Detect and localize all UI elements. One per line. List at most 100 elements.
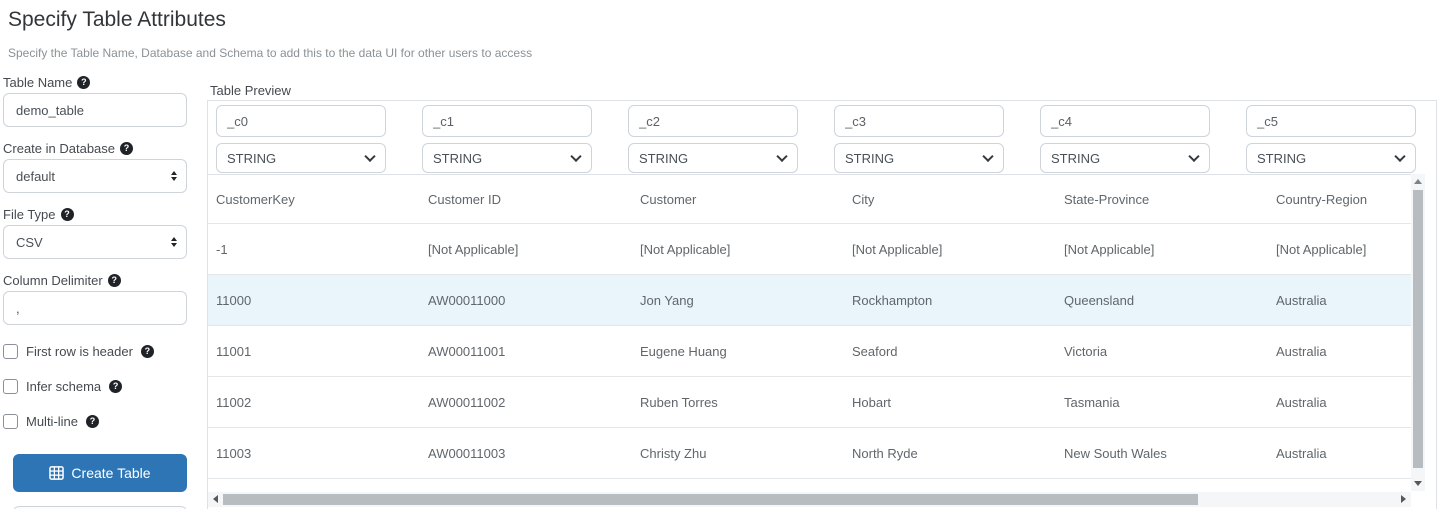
table-cell: Country-Region [1276,191,1368,207]
vertical-scrollbar-thumb[interactable] [1413,190,1423,468]
help-icon[interactable]: ? [86,414,100,428]
table-cell: Customer ID [428,191,501,207]
column-type-select[interactable]: STRING [422,143,592,173]
column-name-input[interactable] [1246,105,1416,137]
column-name-input[interactable] [628,105,798,137]
table-cell: Christy Zhu [640,445,707,461]
file-type-select[interactable]: CSV [3,225,187,259]
table-cell: AW00011001 [428,343,506,359]
infer-schema-option: Infer schema ? [3,378,187,394]
column-type-select[interactable]: STRING [834,143,1004,173]
chevron-down-icon [570,150,582,163]
table-cell: 11000 [216,292,252,308]
help-icon[interactable]: ? [109,379,123,393]
first-row-header-option: First row is header ? [3,343,187,359]
column-delimiter-input[interactable] [3,291,187,325]
help-icon[interactable]: ? [120,141,134,155]
chevron-down-icon [364,150,376,163]
table-cell: New South Wales [1064,445,1167,461]
table-cell: CustomerKey [216,191,295,207]
table-cell: Victoria [1064,343,1108,359]
preview-column-control: STRING [1040,105,1210,173]
table-name-label: Table Name ? [3,74,187,90]
table-cell: [Not Applicable] [640,241,731,257]
column-name-input[interactable] [216,105,386,137]
select-updown-icon [171,171,177,181]
table-row[interactable]: 11000 AW00011000 Jon Yang Rockhampton Queens… [208,275,1411,326]
table-preview-label: Table Preview [210,83,291,98]
scroll-right-icon[interactable] [1401,495,1406,503]
table-row[interactable]: 11003 AW00011003 Christy Zhu North Ryde New … [208,428,1411,479]
scroll-down-icon[interactable] [1414,481,1422,486]
help-icon[interactable]: ? [140,344,154,358]
table-cell: 11001 [216,343,252,359]
column-name-input[interactable] [1040,105,1210,137]
vertical-scrollbar[interactable] [1411,174,1425,491]
table-cell: [Not Applicable] [1064,241,1155,257]
preview-grid: CustomerKey Customer ID Customer City State-… [208,175,1411,479]
table-icon [49,466,65,480]
column-name-input[interactable] [422,105,592,137]
select-updown-icon [171,237,177,247]
table-cell: Tasmania [1064,394,1120,410]
preview-column-control: STRING [834,105,1004,173]
help-icon[interactable]: ? [107,273,121,287]
preview-column-control: STRING [216,105,386,173]
scroll-left-icon[interactable] [213,495,218,503]
column-type-select[interactable]: STRING [628,143,798,173]
help-icon[interactable]: ? [77,75,91,89]
table-cell: Rockhampton [852,292,933,308]
create-table-page: Specify Table Attributes Specify the Tab… [0,0,1438,509]
scroll-up-icon[interactable] [1414,179,1422,184]
table-name-input[interactable] [3,93,187,127]
column-controls-row: STRING STRING STRING STRING STRING [216,105,1416,173]
table-cell: City [852,191,875,207]
horizontal-scrollbar[interactable] [208,492,1411,507]
column-type-select[interactable]: STRING [1246,143,1416,173]
column-delimiter-label: Column Delimiter ? [3,272,187,288]
table-cell: 11002 [216,394,252,410]
first-row-header-checkbox[interactable] [3,343,18,359]
chevron-down-icon [1188,150,1200,163]
create-table-button[interactable]: Create Table [13,454,187,492]
table-cell: AW00011002 [428,394,506,410]
column-type-select[interactable]: STRING [216,143,386,173]
table-cell: Seaford [852,343,898,359]
table-preview-panel: STRING STRING STRING STRING STRING [207,100,1437,509]
table-cell: North Ryde [852,445,918,461]
horizontal-scrollbar-thumb[interactable] [223,494,1198,505]
chevron-down-icon [776,150,788,163]
column-name-input[interactable] [834,105,1004,137]
table-cell: Australia [1276,394,1327,410]
table-cell: Jon Yang [640,292,694,308]
table-cell: AW00011000 [428,292,506,308]
file-type-label: File Type ? [3,206,187,222]
table-cell: -1 [216,241,228,257]
table-row[interactable]: CustomerKey Customer ID Customer City State-… [208,175,1411,224]
table-row[interactable]: 11002 AW00011002 Ruben Torres Hobart Tasmani… [208,377,1411,428]
column-type-select[interactable]: STRING [1040,143,1210,173]
table-row[interactable]: 11001 AW00011001 Eugene Huang Seaford Victor… [208,326,1411,377]
multi-line-option: Multi-line ? [3,413,187,429]
preview-column-control: STRING [422,105,592,173]
table-cell: Australia [1276,445,1327,461]
database-select[interactable]: default [3,159,187,193]
chevron-down-icon [982,150,994,163]
table-cell: [Not Applicable] [1276,241,1367,257]
table-cell: [Not Applicable] [852,241,943,257]
table-cell: Eugene Huang [640,343,727,359]
page-subtitle: Specify the Table Name, Database and Sch… [8,46,533,60]
database-label: Create in Database ? [3,140,187,156]
table-cell: AW00011003 [428,445,506,461]
table-row[interactable]: -1 [Not Applicable] [Not Applicable] [Not A… [208,224,1411,275]
multi-line-checkbox[interactable] [3,413,18,429]
help-icon[interactable]: ? [60,207,74,221]
chevron-down-icon [1394,150,1406,163]
infer-schema-checkbox[interactable] [3,378,18,394]
table-attributes-form: Table Name ? Create in Database ? defaul… [3,74,187,509]
table-cell: State-Province [1064,191,1150,207]
table-cell: Hobart [852,394,892,410]
table-cell: Queensland [1064,292,1135,308]
table-cell: Customer [640,191,697,207]
table-cell: [Not Applicable] [428,241,519,257]
